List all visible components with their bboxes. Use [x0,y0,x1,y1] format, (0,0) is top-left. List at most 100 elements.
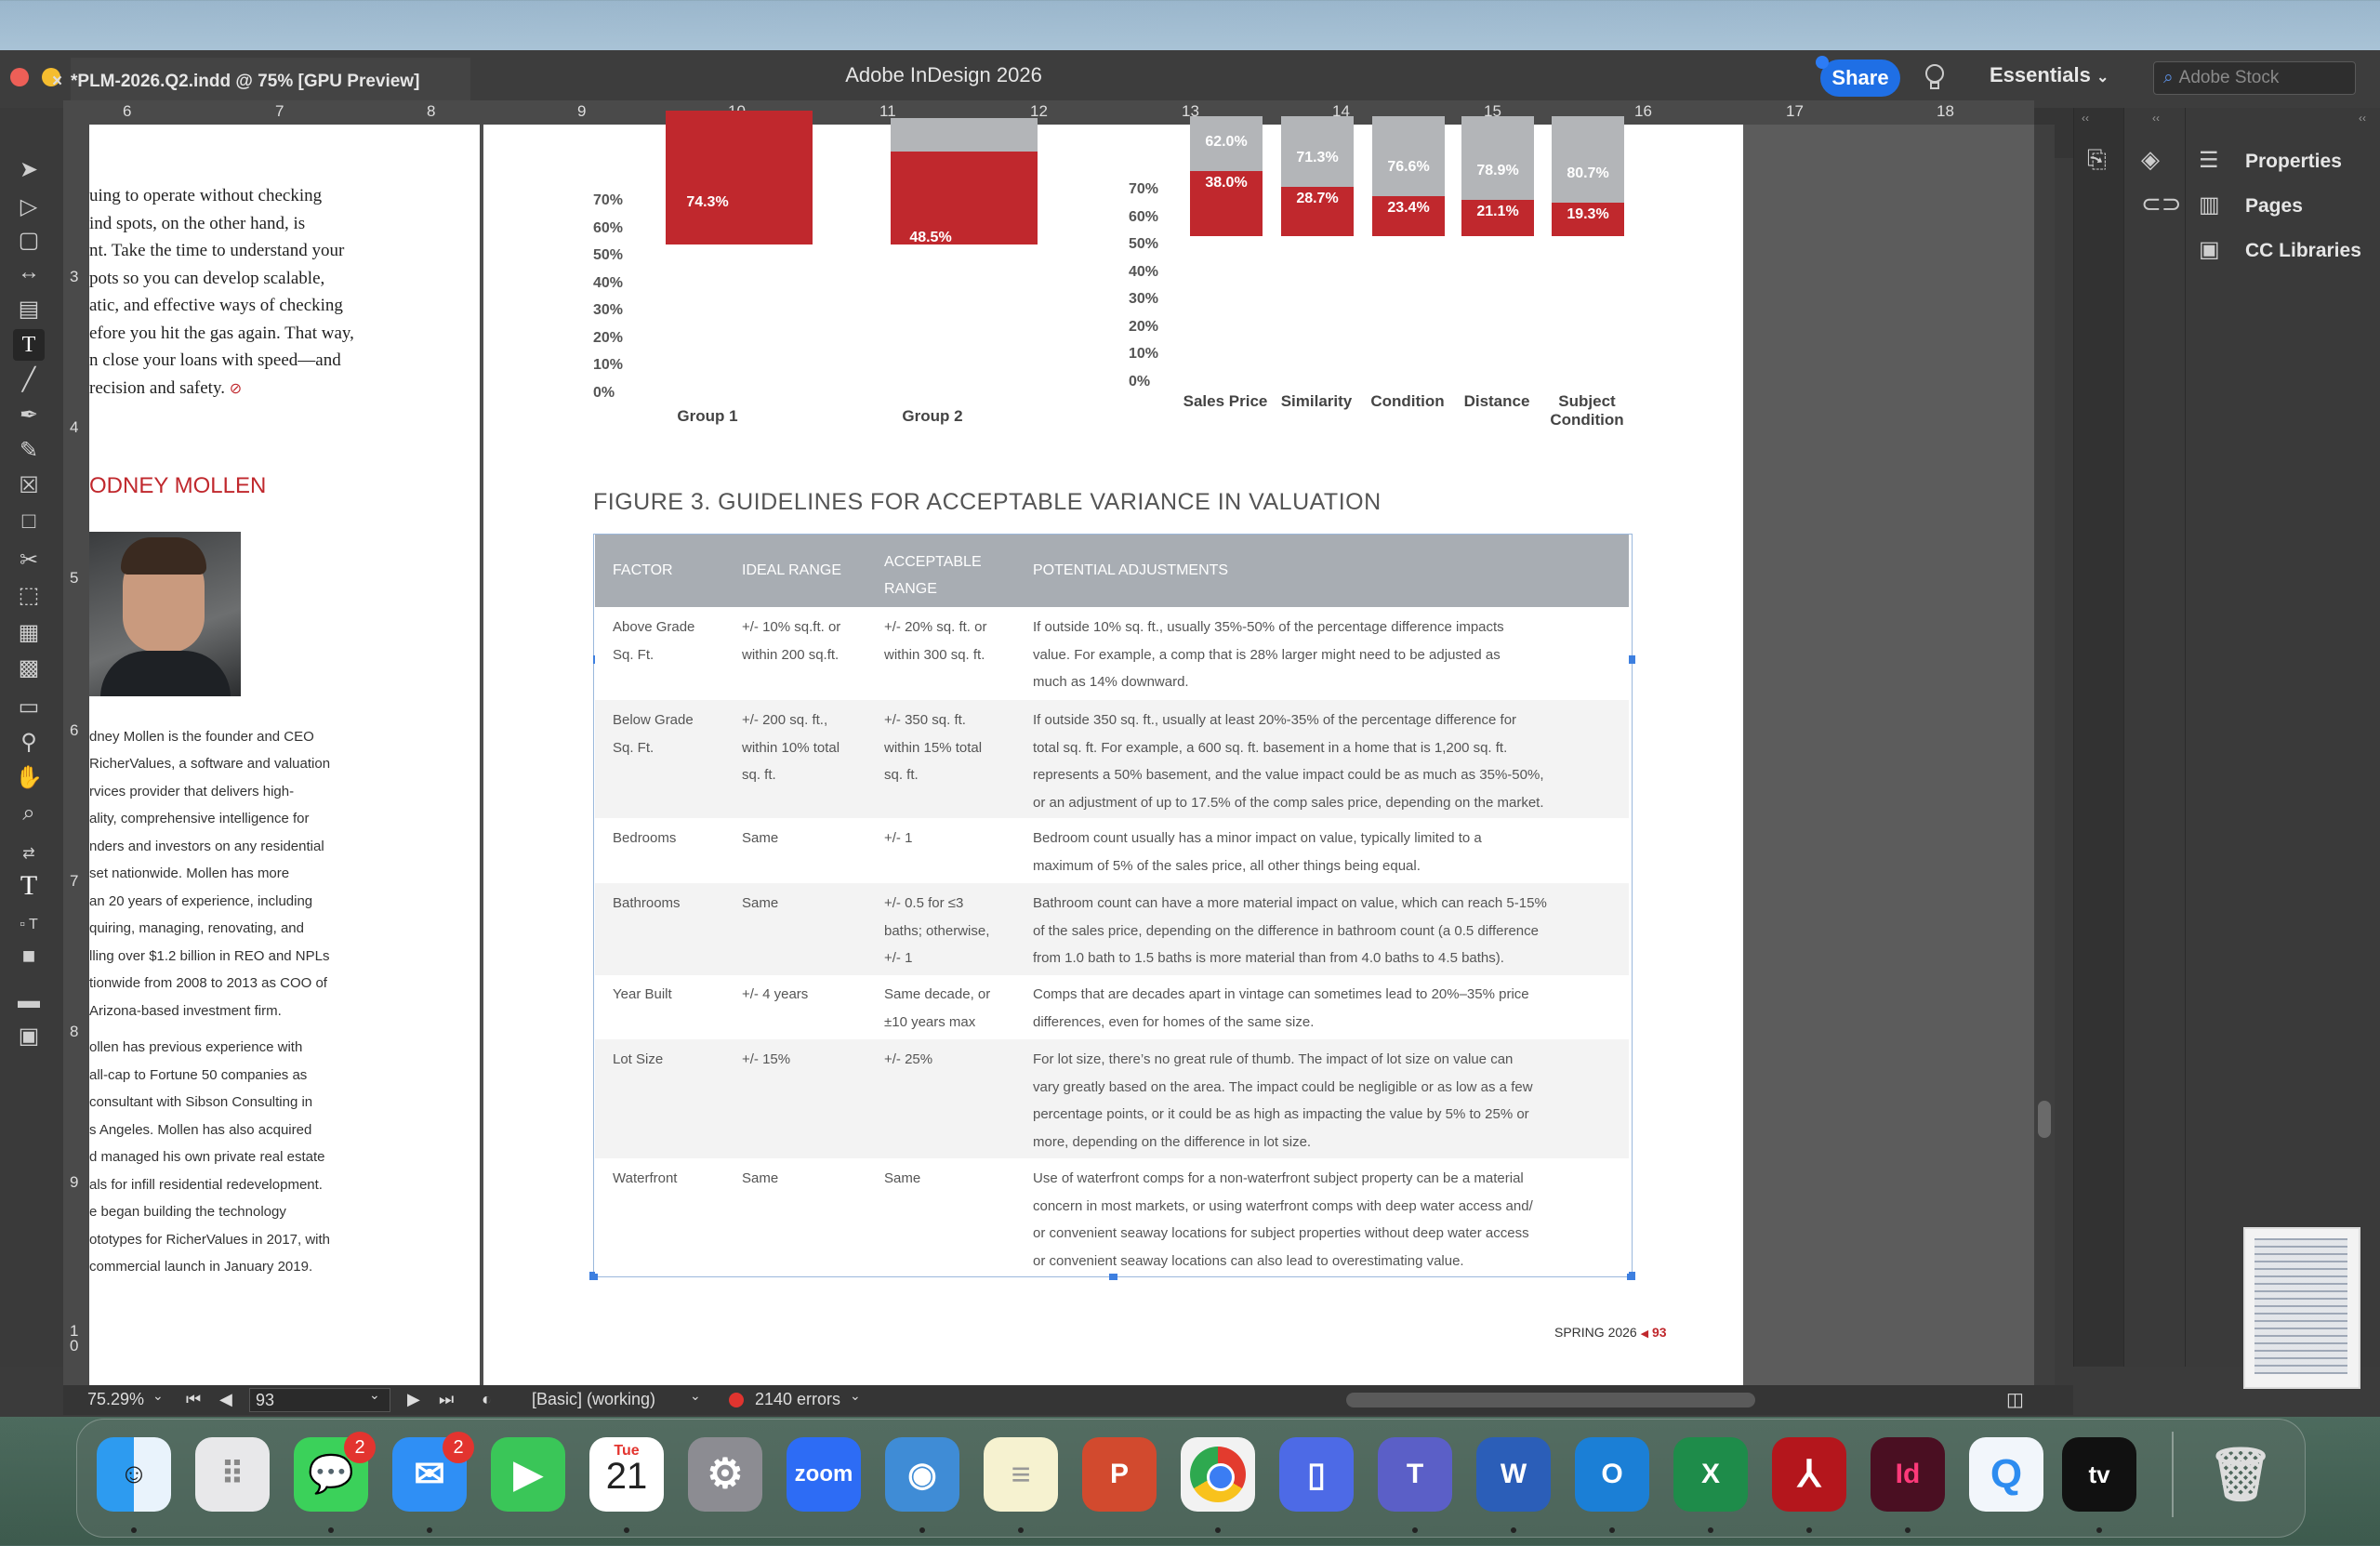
chevron-down-icon[interactable]: ⌄ [152,1388,164,1404]
bio-line: lling over $1.2 billion in REO and NPLs [89,948,330,964]
previous-page-icon[interactable]: ◀ [219,1390,232,1409]
body-text-frame[interactable]: uing to operate without checking ind spo… [89,186,405,474]
y-tick: 70% [593,192,624,208]
bio-line: nders and investors on any residential [89,839,324,854]
word-icon[interactable]: W [1476,1437,1551,1512]
excel-icon[interactable]: X [1673,1437,1748,1512]
next-page-icon[interactable]: ▶ [407,1390,420,1409]
screenshot-app-icon[interactable]: ◉ [885,1437,959,1512]
facetime-icon[interactable]: ▶ [491,1437,565,1512]
notes-icon[interactable]: ≡ [984,1437,1058,1512]
acrobat-icon[interactable]: ⅄ [1772,1437,1846,1512]
status-bar: 75.29% ⌄ ⏮ ◀ 93 ⌄ ▶ ⏭ ◐ [Basic] (working… [63,1385,2073,1415]
content-collector-icon[interactable]: ▤ [13,294,45,325]
bio-text-frame[interactable]: dney Mollen is the founder and CEO Riche… [89,729,396,1305]
formatting-affects-text-icon[interactable]: T [13,870,45,902]
page-tool-icon[interactable]: ▢ [13,225,45,257]
error-count[interactable]: 2140 errors [755,1390,840,1409]
gap-tool-icon[interactable]: ↔ [13,257,45,288]
table-cell-adjust: Bedroom count usually has a minor impact… [1033,830,1482,874]
collapse-dock-icon[interactable]: ‹‹ [2152,112,2160,125]
line-tool-icon[interactable]: ╱ [13,364,45,396]
vertical-scrollbar[interactable] [2034,125,2055,1389]
last-page-icon[interactable]: ⏭ [439,1390,454,1409]
pen-tool-icon[interactable]: ✒ [13,400,45,431]
zoom-app-icon[interactable]: zoom [787,1437,861,1512]
links-icon[interactable]: ⊂⊃ [2141,190,2182,218]
finder-icon[interactable]: ☺ [97,1437,171,1512]
note-tool-icon[interactable]: ▭ [13,692,45,723]
hand-tool-icon[interactable]: ✋ [13,762,45,794]
lightbulb-icon[interactable] [1924,63,1945,93]
remote-desktop-icon[interactable]: ▯ [1279,1437,1354,1512]
rectangle-frame-tool-icon[interactable]: ☒ [13,470,45,502]
apply-color-icon[interactable]: ■ [13,941,45,972]
running-indicator [1412,1527,1418,1533]
vertical-ruler[interactable]: 3 4 5 6 7 8 9 1 0 [63,125,89,1389]
chevron-down-icon[interactable]: ⌄ [690,1388,701,1404]
layers-icon[interactable]: ◈ [2141,145,2160,174]
screen-mode-icon[interactable]: ▬ [13,985,45,1017]
split-view-icon[interactable]: ◫ [2006,1388,2024,1411]
status-icon[interactable]: ◐ [482,1390,492,1409]
type-tool-icon[interactable]: T [13,329,45,361]
powerpoint-icon[interactable]: P [1082,1437,1157,1512]
apple-tv-icon[interactable]: tv [2062,1437,2136,1512]
swap-fill-stroke-icon[interactable]: ⇄ [13,839,45,870]
indesign-icon[interactable]: Id [1871,1437,1945,1512]
table-header: POTENTIAL ADJUSTMENTS [1033,562,1229,578]
quicktime-icon[interactable]: Q [1969,1437,2043,1512]
running-indicator [1806,1527,1812,1533]
teams-icon[interactable]: T [1378,1437,1452,1512]
scrollbar-thumb[interactable] [2038,1101,2051,1138]
running-indicator [131,1527,137,1533]
zoom-tool-icon[interactable]: ⌕ [13,798,45,829]
system-settings-icon[interactable]: ⚙ [688,1437,762,1512]
page-thumbnail[interactable] [2243,1227,2360,1389]
share-button[interactable]: Share [1820,59,1900,97]
eyedropper-tool-icon[interactable]: ⚲ [13,727,45,759]
first-page-icon[interactable]: ⏮ [186,1390,201,1409]
workspace-switcher[interactable]: Essentials ⌄ [1990,63,2109,87]
search-icon: ⌕ [2163,68,2174,87]
cc-libraries-panel-tab[interactable]: ▣ CC Libraries [2186,229,2380,271]
pencil-tool-icon[interactable]: ✎ [13,435,45,467]
cc-libraries-label: CC Libraries [2245,240,2361,261]
preflight-profile[interactable]: [Basic] (working) [532,1390,655,1409]
horizontal-scrollbar-thumb[interactable] [1346,1393,1755,1407]
document-tab[interactable]: × *PLM-2026.Q2.indd @ 75% [GPU Preview] [52,58,470,106]
pages-mini-icon[interactable]: ⎘ [2087,145,2107,175]
adobe-stock-search[interactable]: ⌕ Adobe Stock [2153,61,2356,95]
left-page[interactable]: uing to operate without checking ind spo… [89,125,480,1387]
free-transform-tool-icon[interactable]: ⬚ [13,580,45,612]
chevron-down-icon[interactable]: ⌄ [850,1388,861,1404]
collapse-dock-icon[interactable]: ‹‹ [2082,112,2089,125]
direct-selection-tool-icon[interactable]: ▷ [13,192,45,223]
gradient-swatch-tool-icon[interactable]: ▦ [13,617,45,649]
scissors-tool-icon[interactable]: ✂ [13,545,45,576]
pages-panel-tab[interactable]: ▥ Pages [2186,184,2380,227]
horizontal-ruler[interactable]: 6 7 8 9 10 11 12 13 14 15 16 17 18 [63,100,2034,126]
chrome-icon[interactable] [1181,1437,1255,1512]
rectangle-tool-icon[interactable]: □ [13,506,45,537]
collapse-dock-icon[interactable]: ‹‹ [2359,112,2366,125]
ruler-tick: 8 [70,1023,79,1040]
outlook-icon[interactable]: O [1575,1437,1649,1512]
zoom-level[interactable]: 75.29% [87,1390,144,1409]
selection-tool-icon[interactable]: ➤ [13,154,45,186]
close-tab-icon[interactable]: × [52,58,62,106]
format-container-icon[interactable]: ▫ T [13,909,45,941]
view-mode-icon[interactable]: ▣ [13,1021,45,1052]
launchpad-icon[interactable]: ⠿ [195,1437,270,1512]
properties-panel-tab[interactable]: ☰ Properties [2186,139,2380,182]
y-tick: 60% [593,220,624,236]
table-cell-acceptable: +/- 0.5 for ≤3 baths; otherwise, +/- 1 [884,895,990,966]
data-label: 48.5% [909,230,952,245]
gradient-feather-tool-icon[interactable]: ▩ [13,653,45,684]
chrome-logo [1190,1447,1246,1502]
author-photo[interactable] [89,532,241,696]
table-cell-ideal: Same [742,1170,779,1186]
calendar-icon[interactable]: Tue 21 [589,1437,664,1512]
page-number-field[interactable]: 93 ⌄ [249,1387,390,1412]
trash-icon[interactable]: 🗑 [2203,1437,2278,1512]
